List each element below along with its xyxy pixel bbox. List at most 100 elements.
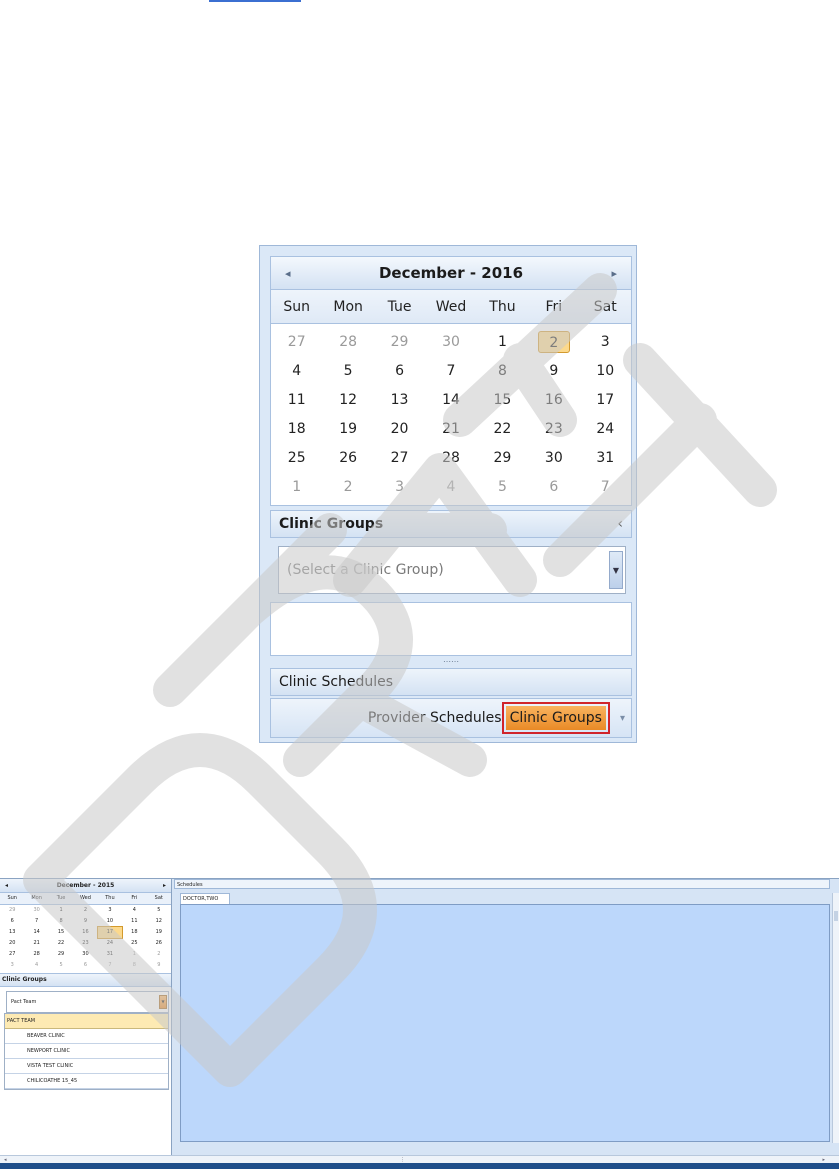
mini-dropdown-arrow-icon[interactable]: ▼: [159, 995, 167, 1009]
calendar-day-cell[interactable]: 7: [435, 360, 467, 382]
provider-schedules-button[interactable]: Provider Schedules: [368, 710, 502, 726]
mini-day-cell[interactable]: 25: [122, 938, 146, 949]
mini-day-cell[interactable]: 26: [147, 938, 171, 949]
calendar-day-cell[interactable]: 3: [589, 331, 621, 353]
mini-day-cell[interactable]: 22: [49, 938, 73, 949]
chevron-left-icon[interactable]: ◂: [285, 267, 291, 280]
calendar-day-cell[interactable]: 16: [538, 389, 570, 411]
clinic-groups-header[interactable]: Clinic Groups ‹: [270, 510, 632, 538]
calendar-day-cell[interactable]: 6: [538, 476, 570, 498]
calendar-day-cell[interactable]: 6: [384, 360, 416, 382]
mini-day-cell[interactable]: 1: [122, 949, 146, 960]
vertical-scrollbar[interactable]: [832, 893, 839, 1143]
calendar-day-cell[interactable]: 30: [435, 331, 467, 353]
clinic-group-search-input[interactable]: Pact Team ▼: [6, 991, 169, 1013]
calendar-day-cell[interactable]: 27: [281, 331, 313, 353]
mini-day-cell[interactable]: 12: [147, 916, 171, 927]
schedule-pane[interactable]: [180, 904, 830, 1142]
calendar-day-cell[interactable]: 5: [332, 360, 364, 382]
mini-day-cell[interactable]: 7: [98, 960, 122, 971]
calendar-day-cell[interactable]: 5: [486, 476, 518, 498]
mini-day-cell[interactable]: 10: [98, 916, 122, 927]
mini-day-cell[interactable]: 29: [49, 949, 73, 960]
list-item[interactable]: CHILICOATHE 15_45: [5, 1074, 168, 1089]
list-item[interactable]: NEWPORT CLINIC: [5, 1044, 168, 1059]
mini-day-cell[interactable]: 15: [49, 927, 73, 938]
dropdown-arrow-icon[interactable]: ▼: [609, 551, 623, 589]
mini-day-cell[interactable]: 29: [0, 905, 24, 916]
calendar-day-cell[interactable]: 27: [384, 447, 416, 469]
calendar-day-cell[interactable]: 29: [384, 331, 416, 353]
list-item[interactable]: PACT TEAM: [5, 1014, 168, 1029]
mini-day-cell[interactable]: 8: [122, 960, 146, 971]
mini-day-cell[interactable]: 30: [24, 905, 48, 916]
calendar-day-cell[interactable]: 4: [281, 360, 313, 382]
calendar-day-cell[interactable]: 1: [486, 331, 518, 353]
mini-clinic-groups-header[interactable]: Clinic Groups: [0, 973, 171, 987]
mini-day-cell[interactable]: 23: [73, 938, 97, 949]
calendar-day-cell[interactable]: 20: [384, 418, 416, 440]
mini-day-cell-selected[interactable]: 17: [96, 926, 124, 939]
clinic-group-list[interactable]: [270, 602, 632, 656]
calendar-day-cell[interactable]: 3: [384, 476, 416, 498]
calendar-day-cell[interactable]: 14: [435, 389, 467, 411]
mini-day-cell[interactable]: 8: [49, 916, 73, 927]
mini-day-cell[interactable]: 30: [73, 949, 97, 960]
mini-day-cell[interactable]: 11: [122, 916, 146, 927]
calendar-day-cell[interactable]: 21: [435, 418, 467, 440]
mini-day-cell[interactable]: 1: [49, 905, 73, 916]
mini-day-cell[interactable]: 2: [73, 905, 97, 916]
clinic-groups-button[interactable]: Clinic Groups: [501, 702, 610, 734]
calendar-day-cell[interactable]: 24: [589, 418, 621, 440]
calendar-day-cell[interactable]: 17: [589, 389, 621, 411]
mini-day-cell[interactable]: 19: [147, 927, 171, 938]
list-item[interactable]: BEAVER CLINIC: [5, 1029, 168, 1044]
mini-day-cell[interactable]: 4: [24, 960, 48, 971]
calendar-day-cell[interactable]: 1: [281, 476, 313, 498]
mini-day-cell[interactable]: 24: [98, 938, 122, 949]
calendar-day-cell[interactable]: 2: [332, 476, 364, 498]
collapse-icon[interactable]: ‹: [617, 516, 623, 532]
mini-chevron-left-icon[interactable]: ◂: [5, 882, 8, 889]
mini-day-cell[interactable]: 18: [122, 927, 146, 938]
mini-day-cell[interactable]: 20: [0, 938, 24, 949]
clinic-dropdown-list[interactable]: PACT TEAM BEAVER CLINIC NEWPORT CLINIC VIS…: [4, 1013, 169, 1090]
calendar-day-cell[interactable]: 26: [332, 447, 364, 469]
calendar-day-cell-selected[interactable]: 2: [537, 330, 570, 353]
clinic-group-select[interactable]: (Select a Clinic Group) ▼: [278, 546, 626, 594]
top-link-underline[interactable]: [209, 0, 301, 2]
calendar-day-cell[interactable]: 10: [589, 360, 621, 382]
mini-day-cell[interactable]: 2: [147, 949, 171, 960]
mini-day-cell[interactable]: 3: [98, 905, 122, 916]
mini-day-cell[interactable]: 27: [0, 949, 24, 960]
mini-day-cell[interactable]: 21: [24, 938, 48, 949]
calendar-day-cell[interactable]: 7: [589, 476, 621, 498]
calendar-day-cell[interactable]: 13: [384, 389, 416, 411]
splitter-handle[interactable]: ⋯⋯: [270, 658, 632, 666]
mini-day-cell[interactable]: 7: [24, 916, 48, 927]
calendar-day-cell[interactable]: 31: [589, 447, 621, 469]
calendar-day-cell[interactable]: 22: [486, 418, 518, 440]
more-options-icon[interactable]: ▾: [620, 713, 625, 724]
mini-day-cell[interactable]: 13: [0, 927, 24, 938]
mini-day-cell[interactable]: 5: [147, 905, 171, 916]
mini-day-cell[interactable]: 16: [73, 927, 97, 938]
calendar-day-cell[interactable]: 9: [538, 360, 570, 382]
mini-day-cell[interactable]: 9: [147, 960, 171, 971]
calendar-day-cell[interactable]: 28: [332, 331, 364, 353]
mini-day-cell[interactable]: 9: [73, 916, 97, 927]
mini-chevron-right-icon[interactable]: ▸: [163, 882, 166, 889]
mini-day-cell[interactable]: 6: [73, 960, 97, 971]
mini-day-cell[interactable]: 28: [24, 949, 48, 960]
mini-day-cell[interactable]: 3: [0, 960, 24, 971]
calendar-day-cell[interactable]: 23: [538, 418, 570, 440]
mini-day-cell[interactable]: 6: [0, 916, 24, 927]
calendar-day-cell[interactable]: 18: [281, 418, 313, 440]
mini-day-cell[interactable]: 5: [49, 960, 73, 971]
tab-doctor-two[interactable]: DOCTOR,TWO: [180, 893, 230, 904]
mini-day-cell[interactable]: 14: [24, 927, 48, 938]
calendar-day-cell[interactable]: 19: [332, 418, 364, 440]
calendar-day-cell[interactable]: 30: [538, 447, 570, 469]
calendar-day-cell[interactable]: 12: [332, 389, 364, 411]
calendar-day-cell[interactable]: 8: [486, 360, 518, 382]
